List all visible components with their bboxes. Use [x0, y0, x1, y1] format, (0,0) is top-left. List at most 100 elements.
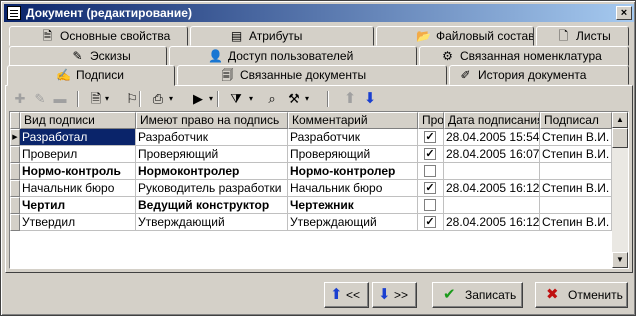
- print-icon[interactable]: ⎙: [149, 89, 167, 109]
- title-bar[interactable]: Документ (редактирование) ×: [4, 4, 634, 22]
- table-cell[interactable]: Разработчик: [136, 129, 288, 146]
- checkmark-icon: ✔: [443, 286, 456, 303]
- cancel-button[interactable]: ✖ Отменить: [535, 282, 628, 308]
- dropdown-arrow-icon[interactable]: ▾: [249, 89, 253, 109]
- window-title: Документ (редактирование): [26, 6, 192, 20]
- edit-icon[interactable]: ✎: [31, 89, 49, 109]
- table-cell[interactable]: Проверил: [20, 146, 136, 163]
- table-cell[interactable]: Чертил: [20, 197, 136, 214]
- table-cell[interactable]: Степин В.И.: [540, 146, 612, 163]
- table-cell[interactable]: Нормоконтролер: [136, 163, 288, 180]
- table-row[interactable]: Проверил Проверяющий Проверяющий ✓ 28.04.200…: [10, 146, 614, 163]
- arrow-up-icon: ⬆: [330, 286, 343, 303]
- vertical-scrollbar[interactable]: ▲ ▼: [612, 112, 628, 268]
- table-row[interactable]: ▶ Разработал Разработчик Разработчик ✓ 28.04.…: [10, 129, 614, 146]
- table-cell[interactable]: Начальник бюро: [20, 180, 136, 197]
- tab-nomenclature[interactable]: ⚙ Связанная номенклатура: [419, 46, 629, 66]
- table-cell[interactable]: [540, 197, 612, 214]
- table-cell[interactable]: Утверждающий: [136, 214, 288, 231]
- tab-sheet[interactable]: 🗋 Листы: [536, 26, 629, 46]
- tools-icon[interactable]: ⚒: [285, 89, 303, 109]
- tab-signature[interactable]: ✍ Подписи: [7, 65, 175, 86]
- table-cell[interactable]: Степин В.И.: [540, 129, 612, 146]
- table-cell[interactable]: Разработал: [20, 129, 136, 146]
- simple-checkbox-cell[interactable]: [418, 197, 444, 214]
- toolbar-separator: [139, 91, 141, 107]
- table-cell[interactable]: Степин В.И.: [540, 214, 612, 231]
- column-header[interactable]: Дата подписания: [444, 112, 540, 129]
- cancel-x-icon: ✖: [546, 286, 559, 303]
- table-cell[interactable]: Нормо-контроль: [20, 163, 136, 180]
- simple-checkbox-cell[interactable]: ✓: [418, 214, 444, 231]
- row-indicator: [10, 146, 20, 163]
- run-icon[interactable]: ▶: [189, 89, 207, 109]
- checkbox[interactable]: ✓: [424, 216, 436, 228]
- simple-checkbox-cell[interactable]: ✓: [418, 129, 444, 146]
- table-cell[interactable]: Разработчик: [288, 129, 418, 146]
- move-down-icon[interactable]: ⬇: [361, 89, 379, 109]
- filter-icon[interactable]: ⧩: [227, 89, 245, 109]
- dropdown-arrow-icon[interactable]: ▾: [169, 89, 173, 109]
- column-header[interactable]: Вид подписи: [20, 112, 136, 129]
- tab-folder[interactable]: 📂 Файловый состав: [376, 26, 534, 46]
- column-header[interactable]: Подписал: [540, 112, 612, 129]
- table-row[interactable]: Чертил Ведущий конструктор Чертежник: [10, 197, 614, 214]
- document-menu-icon[interactable]: 🗎: [87, 89, 105, 109]
- table-cell[interactable]: Проверяющий: [136, 146, 288, 163]
- column-header[interactable]: Комментарий: [288, 112, 418, 129]
- checkbox[interactable]: ✓: [424, 131, 436, 143]
- sheet-icon: 🗋: [558, 29, 569, 43]
- simple-checkbox-cell[interactable]: ✓: [418, 146, 444, 163]
- simple-checkbox-cell[interactable]: ✓: [418, 180, 444, 197]
- tab-label: Подписи: [76, 68, 124, 82]
- tab-attributes[interactable]: ▤ Атрибуты: [190, 26, 374, 46]
- scroll-thumb[interactable]: [612, 128, 628, 148]
- table-cell[interactable]: [444, 197, 540, 214]
- table-cell[interactable]: Утверждающий: [288, 214, 418, 231]
- next-button[interactable]: ⬇ >>: [372, 282, 417, 308]
- delete-icon[interactable]: ▬: [51, 89, 69, 109]
- table-cell[interactable]: Степин В.И.: [540, 180, 612, 197]
- tab-user[interactable]: 👤 Доступ пользователей: [169, 46, 417, 66]
- table-cell[interactable]: Руководитель разработки: [136, 180, 288, 197]
- tab-linked-docs[interactable]: 🗐 Связанные документы: [177, 65, 447, 85]
- table-cell[interactable]: 28.04.2005 15:54: [444, 129, 540, 146]
- tab-document[interactable]: 🗎 Основные свойства: [9, 26, 188, 46]
- scroll-down-icon[interactable]: ▼: [612, 252, 628, 268]
- table-cell[interactable]: 28.04.2005 16:07: [444, 146, 540, 163]
- document-edit-window: Документ (редактирование) × 🗎 Основные св…: [0, 0, 636, 316]
- save-button[interactable]: ✔ Записать: [432, 282, 523, 308]
- table-cell[interactable]: Начальник бюро: [288, 180, 418, 197]
- prev-button[interactable]: ⬆ <<: [324, 282, 369, 308]
- dropdown-arrow-icon[interactable]: ▾: [209, 89, 213, 109]
- table-row[interactable]: Начальник бюро Руководитель разработки Нач…: [10, 180, 614, 197]
- table-cell[interactable]: [444, 163, 540, 180]
- table-cell[interactable]: Нормо-контролер: [288, 163, 418, 180]
- checkbox[interactable]: ✓: [424, 148, 436, 160]
- linked-docs-icon: 🗐: [221, 68, 234, 82]
- checkbox[interactable]: [424, 199, 436, 211]
- table-cell[interactable]: 28.04.2005 16:12: [444, 214, 540, 231]
- table-cell[interactable]: [540, 163, 612, 180]
- column-header[interactable]: Имеют право на подпись: [136, 112, 288, 129]
- table-cell[interactable]: Чертежник: [288, 197, 418, 214]
- table-cell[interactable]: Проверяющий: [288, 146, 418, 163]
- checkbox[interactable]: [424, 165, 436, 177]
- find-icon[interactable]: ⌕: [263, 89, 281, 109]
- add-icon[interactable]: ✚: [11, 89, 29, 109]
- tab-sketch[interactable]: ✎ Эскизы: [9, 46, 167, 66]
- dropdown-arrow-icon[interactable]: ▾: [105, 89, 109, 109]
- table-cell[interactable]: Утвердил: [20, 214, 136, 231]
- close-button[interactable]: ×: [616, 6, 632, 20]
- move-up-icon[interactable]: ⬆: [341, 89, 359, 109]
- scroll-up-icon[interactable]: ▲: [612, 112, 628, 128]
- table-row[interactable]: Утвердил Утверждающий Утверждающий ✓ 28.04.2…: [10, 214, 614, 231]
- checkbox[interactable]: ✓: [424, 182, 436, 194]
- simple-checkbox-cell[interactable]: [418, 163, 444, 180]
- table-cell[interactable]: Ведущий конструктор: [136, 197, 288, 214]
- column-header[interactable]: Прост: [418, 112, 444, 129]
- table-row[interactable]: Нормо-контроль Нормоконтролер Нормо-контро…: [10, 163, 614, 180]
- dropdown-arrow-icon[interactable]: ▾: [305, 89, 309, 109]
- tab-history[interactable]: ✐ История документа: [449, 65, 629, 85]
- table-cell[interactable]: 28.04.2005 16:12: [444, 180, 540, 197]
